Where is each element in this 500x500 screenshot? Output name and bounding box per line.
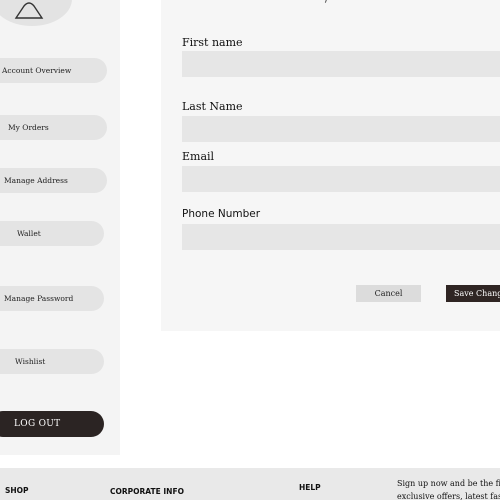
avatar bbox=[0, 0, 72, 26]
email-label: Email bbox=[182, 150, 215, 163]
email-field[interactable] bbox=[182, 166, 500, 192]
newsletter-text-line1: Sign up now and be the first bbox=[397, 479, 500, 488]
phone-number-field[interactable] bbox=[182, 224, 500, 250]
newsletter-text-line2: exclusive offers, latest fashion bbox=[397, 492, 500, 500]
logout-button[interactable]: LOG OUT bbox=[0, 411, 104, 437]
phone-number-label: Phone Number bbox=[182, 208, 261, 220]
footer-shop-heading[interactable]: SHOP bbox=[5, 486, 29, 495]
sidebar-item-manage-address[interactable]: Manage Address bbox=[0, 168, 107, 193]
footer-help-heading[interactable]: HELP bbox=[299, 483, 321, 492]
last-name-label: Last Name bbox=[182, 100, 243, 113]
save-changes-button[interactable]: Save Changes bbox=[446, 285, 500, 302]
profile-form-panel: First name Last Name Email Phone Number … bbox=[161, 0, 500, 331]
sidebar-item-label: Manage Address bbox=[4, 176, 68, 185]
account-sidebar: Account Overview My Orders Manage Addres… bbox=[0, 0, 120, 455]
sidebar-item-wishlist[interactable]: Wishlist bbox=[0, 349, 104, 374]
sidebar-item-label: My Orders bbox=[8, 123, 49, 132]
footer-corporate-heading[interactable]: CORPORATE INFO bbox=[110, 487, 184, 496]
sidebar-item-wallet[interactable]: Wallet bbox=[0, 221, 104, 246]
first-name-label: First name bbox=[182, 36, 243, 49]
sidebar-item-label: Wallet bbox=[17, 229, 41, 238]
title-fragment bbox=[320, 0, 328, 3]
first-name-field[interactable] bbox=[182, 51, 500, 77]
logout-label: LOG OUT bbox=[14, 419, 61, 429]
sidebar-item-my-orders[interactable]: My Orders bbox=[0, 115, 107, 140]
save-changes-label: Save Changes bbox=[454, 289, 500, 298]
sidebar-item-account-overview[interactable]: Account Overview bbox=[0, 58, 107, 83]
sidebar-item-label: Account Overview bbox=[2, 66, 72, 75]
sidebar-item-manage-password[interactable]: Manage Password bbox=[0, 286, 104, 311]
sidebar-item-label: Wishlist bbox=[15, 357, 46, 366]
cancel-button[interactable]: Cancel bbox=[356, 285, 421, 302]
user-icon bbox=[14, 2, 44, 19]
last-name-field[interactable] bbox=[182, 116, 500, 142]
site-footer: SHOP CORPORATE INFO HELP Sign up now and… bbox=[0, 468, 500, 500]
sidebar-item-label: Manage Password bbox=[4, 294, 74, 303]
cancel-label: Cancel bbox=[374, 289, 403, 298]
